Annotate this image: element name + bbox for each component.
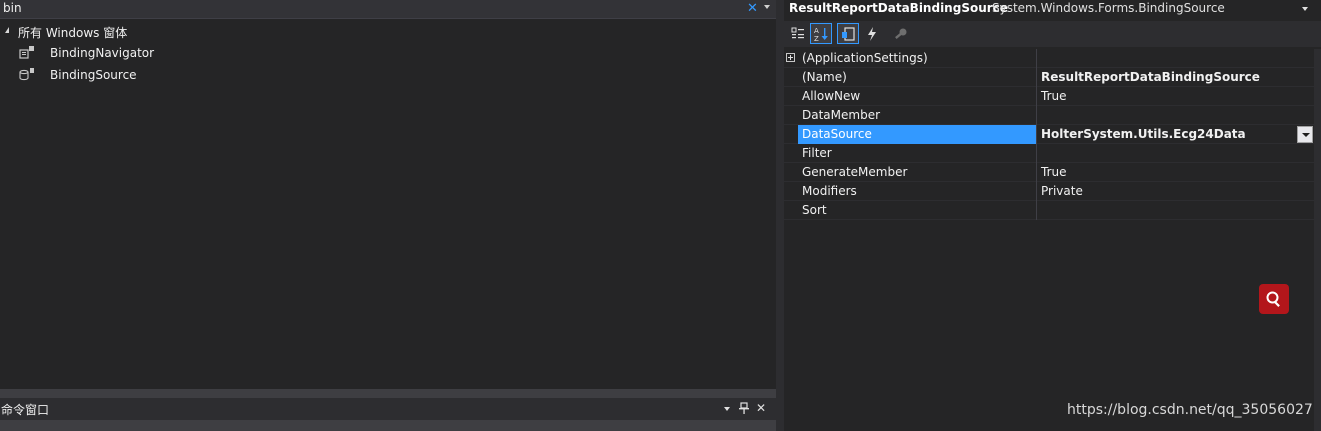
property-value[interactable]: HolterSystem.Utils.Ecg24Data [1036, 125, 1314, 144]
search-button[interactable] [1259, 284, 1289, 314]
toolbox-search-bar[interactable]: bin ✕ [0, 0, 776, 19]
property-name[interactable]: DataMember [798, 106, 1036, 125]
property-value[interactable]: True [1036, 163, 1314, 182]
property-row[interactable]: (ApplicationSettings) [784, 49, 1314, 68]
search-dropdown-icon[interactable] [764, 5, 770, 9]
categorized-button[interactable] [787, 23, 809, 44]
property-name[interactable]: DataSource [798, 125, 1036, 144]
command-window-titlebar: 命令窗口 ✕ [0, 398, 776, 420]
window-options-dropdown-icon[interactable] [724, 407, 730, 411]
pin-icon[interactable] [738, 402, 750, 415]
svg-text:A: A [814, 27, 819, 35]
toolbox-item-label: BindingNavigator [50, 46, 155, 60]
property-name[interactable]: (ApplicationSettings) [798, 49, 1036, 68]
events-button[interactable] [861, 23, 883, 44]
chevron-down-icon[interactable] [1302, 7, 1308, 11]
property-value[interactable] [1036, 201, 1314, 220]
property-value[interactable]: True [1036, 87, 1314, 106]
selected-object-type: System.Windows.Forms.BindingSource [992, 1, 1225, 15]
property-name[interactable]: AllowNew [798, 87, 1036, 106]
toolbox-tree: 所有 Windows 窗体 BindingNavigator BindingSo… [0, 21, 776, 86]
toolbox-search-input[interactable]: bin [3, 1, 22, 15]
svg-text:Z: Z [814, 35, 819, 42]
property-row[interactable]: Modifiers Private [784, 182, 1314, 201]
property-value[interactable]: Private [1036, 182, 1314, 201]
properties-scrollbar[interactable] [1314, 49, 1321, 431]
property-name[interactable]: Filter [798, 144, 1036, 163]
property-pages-icon [842, 26, 855, 41]
property-value[interactable] [1036, 144, 1314, 163]
search-icon [1266, 291, 1280, 307]
property-name[interactable]: Sort [798, 201, 1036, 220]
property-name[interactable]: Modifiers [798, 182, 1036, 201]
property-value[interactable] [1036, 106, 1314, 125]
property-grid: (ApplicationSettings) (Name) ResultReportD… [784, 49, 1314, 220]
property-row[interactable]: DataMember [784, 106, 1314, 125]
toolbox-item-bindingnavigator[interactable]: BindingNavigator [0, 42, 776, 64]
close-icon[interactable]: ✕ [756, 400, 766, 416]
toolbox-item-label: BindingSource [50, 68, 137, 82]
property-row[interactable]: GenerateMember True [784, 163, 1314, 182]
property-row[interactable]: Sort [784, 201, 1314, 220]
toolbox-group[interactable]: 所有 Windows 窗体 [0, 21, 776, 42]
properties-toolbar: A Z [784, 21, 1321, 47]
categorized-icon [791, 27, 804, 38]
lightning-icon [868, 26, 876, 41]
wrench-icon [895, 28, 907, 39]
toolbox-group-label: 所有 Windows 窗体 [18, 26, 128, 40]
property-name[interactable]: (Name) [798, 68, 1036, 87]
ide-root: bin ✕ 所有 Windows 窗体 BindingNavigator Bin… [0, 0, 1321, 431]
collapse-triangle-icon[interactable] [5, 27, 9, 33]
binding-navigator-icon [19, 46, 34, 59]
property-value[interactable] [1036, 49, 1314, 68]
property-value[interactable]: ResultReportDataBindingSource [1036, 68, 1314, 87]
sort-alphabetical-icon: A Z [814, 27, 828, 42]
properties-button[interactable] [837, 23, 859, 44]
toolbox-panel: bin ✕ 所有 Windows 窗体 BindingNavigator Bin… [0, 0, 776, 431]
clear-search-icon[interactable]: ✕ [747, 0, 758, 17]
value-dropdown-button[interactable] [1297, 126, 1313, 143]
properties-panel: ResultReportDataBindingSource System.Win… [784, 0, 1321, 431]
command-window-title: 命令窗口 [1, 403, 50, 417]
expand-plus-icon[interactable] [786, 53, 795, 62]
command-window-body[interactable] [0, 420, 776, 431]
toolbox-item-bindingsource[interactable]: BindingSource [0, 64, 776, 86]
panel-splitter[interactable] [0, 389, 776, 398]
property-row[interactable]: (Name) ResultReportDataBindingSource [784, 68, 1314, 87]
property-row[interactable]: DataSource HolterSystem.Utils.Ecg24Data [784, 125, 1314, 144]
property-row[interactable]: AllowNew True [784, 87, 1314, 106]
object-selector[interactable]: ResultReportDataBindingSource System.Win… [784, 0, 1321, 19]
binding-source-icon [19, 68, 34, 81]
selected-object-name: ResultReportDataBindingSource [789, 1, 1008, 15]
property-row[interactable]: Filter [784, 144, 1314, 163]
watermark: https://blog.csdn.net/qq_35056027 [1067, 402, 1313, 418]
property-pages-button[interactable] [890, 23, 912, 44]
property-name[interactable]: GenerateMember [798, 163, 1036, 182]
vertical-splitter[interactable] [776, 0, 784, 431]
alphabetical-button[interactable]: A Z [810, 23, 832, 44]
